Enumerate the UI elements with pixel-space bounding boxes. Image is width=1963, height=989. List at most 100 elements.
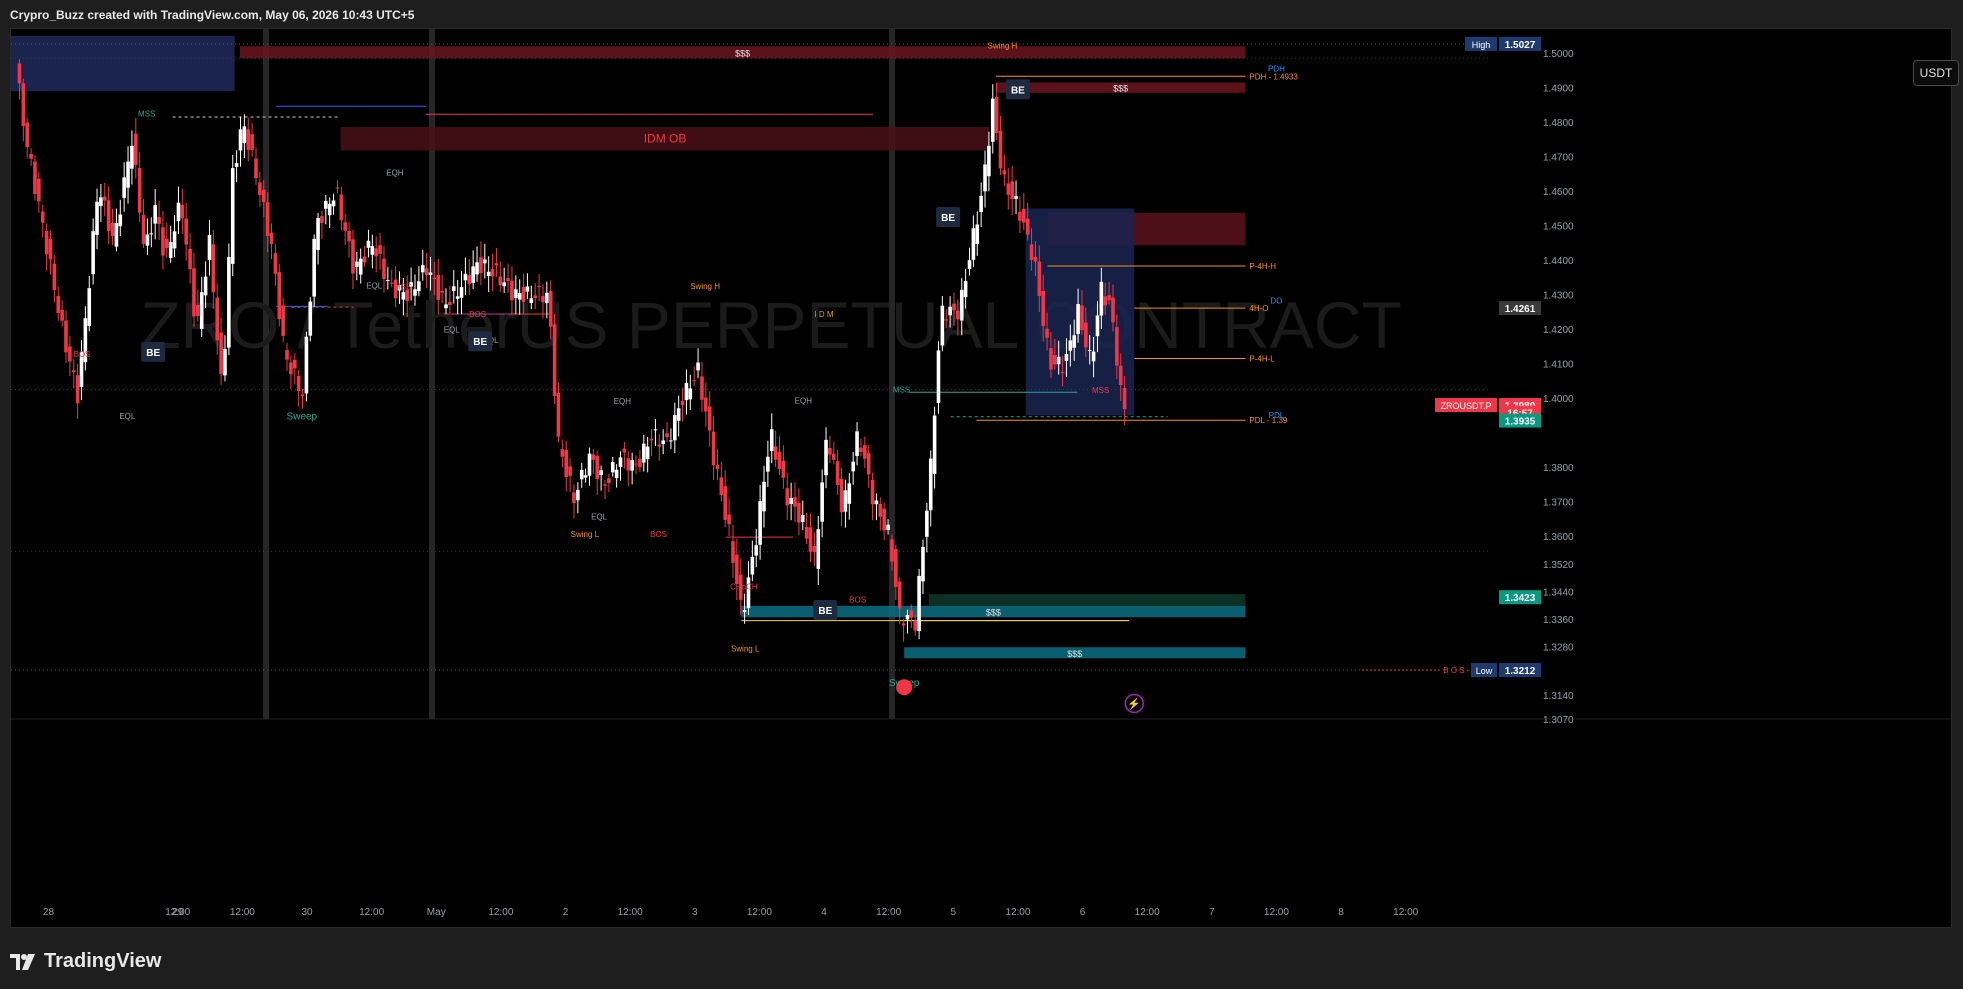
candle-body [672, 414, 677, 441]
candle-body [246, 129, 251, 150]
zone-teal-sss-label: $$$ [986, 608, 1001, 618]
candle-body [137, 167, 142, 213]
x-tick-label: 5 [951, 907, 957, 918]
candle-body [944, 319, 949, 321]
candle-body [548, 291, 553, 327]
chart-area[interactable]: ZRO / TetherUS PERPETUAL CONTRACT $$$ $$$ I… [10, 28, 1959, 928]
tradingview-logo-text: TradingView [44, 950, 162, 972]
candle-body [572, 492, 576, 504]
annotation-label: BOS [74, 350, 91, 359]
candle-body [102, 196, 107, 201]
candle-body [126, 161, 130, 188]
price-flag-label: ZROUSDT.P [1440, 401, 1491, 411]
candle-body [1084, 322, 1088, 348]
candle-body [828, 447, 832, 455]
annotation-label: EQL [119, 412, 136, 421]
candle-body [1002, 170, 1007, 175]
candle-body [347, 230, 351, 242]
candle-body [599, 470, 603, 475]
y-tick-label: 1.4900 [1543, 84, 1574, 95]
candle-body [638, 458, 642, 468]
header-bar: Crypro_Buzz created with TradingView.com… [0, 0, 1963, 28]
candle-body [1095, 315, 1100, 337]
candle-body [502, 282, 506, 287]
candle-body [1087, 350, 1092, 352]
candle-body [161, 227, 165, 256]
candle-body [630, 460, 634, 471]
candle-body [541, 296, 545, 303]
candle-body [618, 457, 623, 468]
candle-body [207, 234, 212, 261]
candle-body [816, 529, 821, 569]
y-tick-label: 1.4400 [1543, 256, 1574, 267]
y-tick-label: 1.4700 [1543, 153, 1574, 164]
tradingview-logo[interactable]: TradingView [10, 950, 161, 973]
candle-body [971, 228, 976, 260]
zone-blue-left [11, 35, 235, 92]
candle-body [777, 451, 782, 470]
price-axis-panel [1493, 29, 1951, 927]
candle-body [769, 429, 774, 452]
candle-body [149, 233, 154, 235]
candle-body [355, 261, 359, 267]
candle-body [339, 194, 344, 221]
y-tick-label: 1.3140 [1543, 691, 1574, 702]
candle-body [773, 446, 778, 460]
candle-body [451, 286, 456, 292]
candlestick-chart[interactable]: ZRO / TetherUS PERPETUAL CONTRACT $$$ $$$ I… [11, 29, 1951, 927]
candle-body [106, 200, 111, 231]
candle-body [180, 204, 185, 219]
candle-body [238, 129, 243, 151]
candle-body [537, 286, 541, 288]
candle-body [486, 271, 491, 276]
annotation-label: EQL [366, 281, 383, 290]
candle-body [1091, 351, 1096, 362]
candle-body [118, 214, 123, 227]
candle-body [320, 216, 324, 224]
candle-body [351, 239, 355, 274]
candle-body [719, 477, 724, 496]
candle-body [289, 362, 293, 375]
x-tick-label: 4 [821, 907, 827, 918]
candle-body [168, 242, 173, 259]
candle-body [374, 248, 379, 257]
candle-body [1080, 305, 1084, 331]
currency-button[interactable]: USDT [1913, 60, 1959, 86]
candle-body [645, 446, 650, 460]
candle-body [110, 222, 115, 237]
candle-body [378, 245, 382, 254]
x-tick-label: 3 [692, 907, 698, 918]
candle-body [766, 456, 770, 472]
candle-body [215, 297, 220, 341]
x-tick-label: 2 [563, 907, 569, 918]
candle-body [762, 481, 766, 512]
candle-body [1072, 335, 1077, 348]
annotation-label: Swing H [988, 42, 1018, 51]
candle-body [506, 278, 510, 282]
candle-body [455, 296, 460, 299]
candle-body [851, 461, 855, 472]
candle-body [358, 258, 363, 275]
candle-body [211, 244, 216, 293]
candle-body [564, 449, 569, 478]
candle-body [459, 287, 464, 298]
candle-body [890, 539, 894, 562]
candle-body [754, 545, 759, 556]
candle-body [533, 295, 538, 299]
candle-body [800, 514, 805, 522]
candle-body [56, 296, 61, 314]
candle-body [386, 279, 390, 281]
candle-body [897, 581, 902, 609]
candle-body [653, 429, 658, 431]
candle-body [133, 133, 138, 165]
candle-body [277, 272, 282, 320]
candle-body [909, 610, 914, 618]
candle-body [95, 201, 99, 235]
candle-body [37, 178, 41, 202]
annotation-label: EQL [444, 326, 461, 335]
candle-body [556, 392, 561, 437]
candle-body [727, 514, 731, 525]
candle-body [172, 231, 177, 249]
candle-body [521, 287, 526, 303]
candle-body [579, 469, 584, 480]
